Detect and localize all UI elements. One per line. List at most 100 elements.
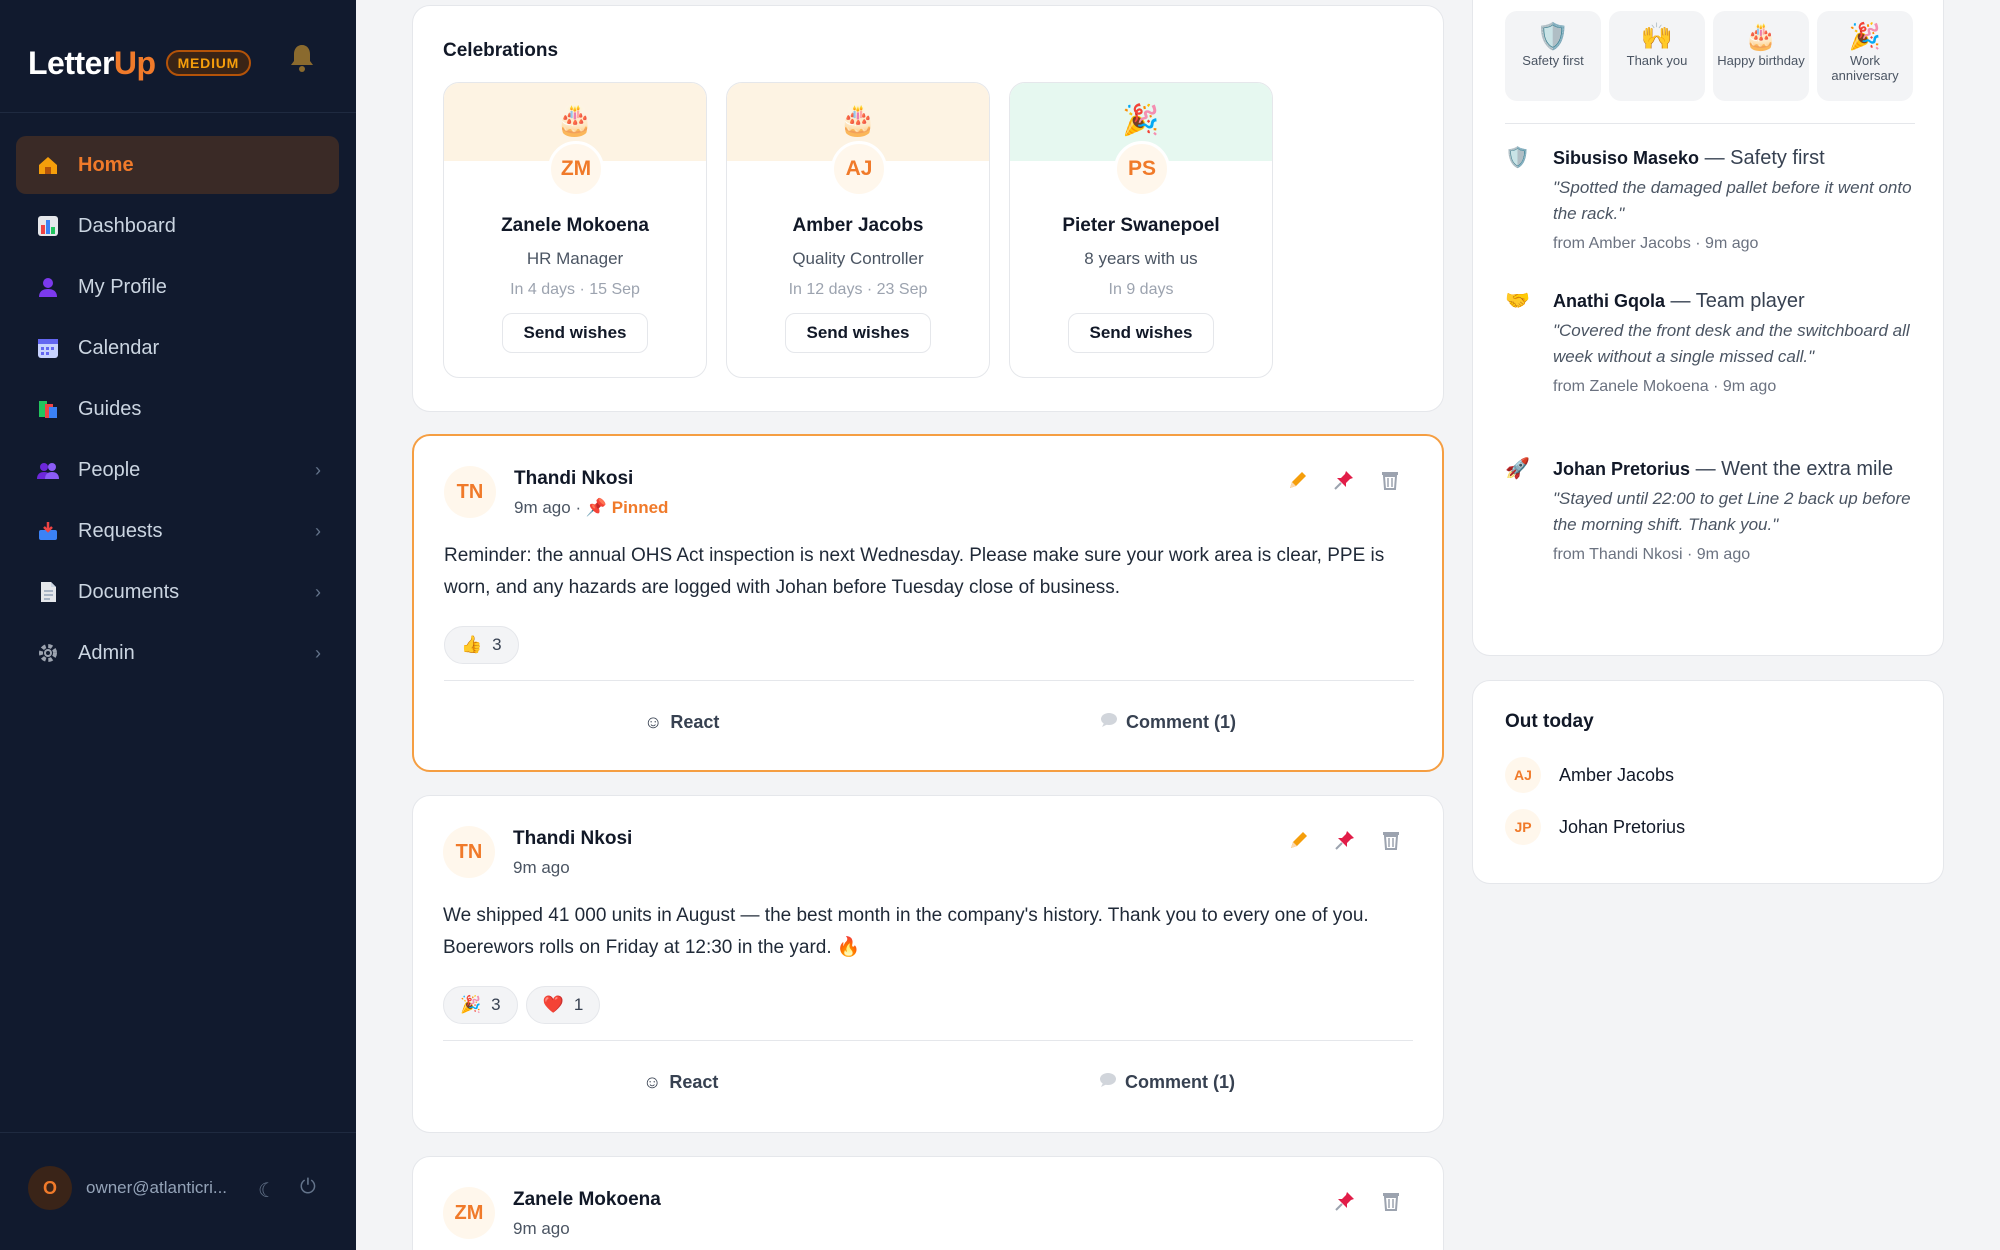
rocket-icon: 🚀	[1505, 458, 1530, 480]
birthday-cake-icon: 🎂	[839, 104, 877, 137]
pushpin-icon: 📌	[585, 498, 608, 517]
celebration-name: Zanele Mokoena	[501, 215, 649, 236]
reaction-chip[interactable]: 🎉 3	[443, 986, 518, 1024]
kudo-type-label: Safety first	[1522, 53, 1584, 68]
celebration-name: Amber Jacobs	[792, 215, 924, 236]
post-time: 9m ago	[513, 1219, 570, 1238]
sidebar-item-label: My Profile	[78, 275, 167, 298]
party-popper-icon: 🎉	[460, 995, 482, 1014]
out-today-person[interactable]: JP Johan Pretorius	[1505, 809, 1685, 845]
kudo-type-thank-you[interactable]: 🙌 Thank you	[1609, 11, 1705, 101]
sidebar-item-label: Calendar	[78, 336, 160, 359]
inbox-tray-icon	[36, 519, 60, 543]
kudo-heading: Anathi Gqola — Team player	[1553, 286, 1925, 316]
card-title: Out today	[1505, 711, 1594, 732]
sidebar-item-admin[interactable]: Admin ›	[16, 624, 339, 682]
avatar: AJ	[1505, 757, 1541, 793]
kudo-message: "Stayed until 22:00 to get Line 2 back u…	[1553, 489, 1911, 534]
celebration-role: 8 years with us	[1084, 249, 1198, 268]
celebration-role: Quality Controller	[792, 249, 924, 268]
sidebar: LetterUp MEDIUM Home Dashboard My Profil…	[0, 0, 356, 1250]
party-popper-icon: 🎉	[1848, 21, 1882, 51]
avatar: ZM	[443, 1187, 495, 1239]
comment-button[interactable]: Comment (1)	[1100, 712, 1236, 733]
react-button[interactable]: ☺ React	[643, 1072, 718, 1093]
reaction-chip[interactable]: 👍 3	[444, 626, 519, 664]
pushpin-icon[interactable]	[1333, 1189, 1357, 1213]
post-body: Reminder: the annual OHS Act inspection …	[444, 545, 1385, 598]
kudos-divider	[1505, 123, 1915, 124]
react-button[interactable]: ☺ React	[644, 712, 719, 733]
kudos-card: 🛡️ Safety first 🙌 Thank you 🎂 Happy birt…	[1472, 0, 1944, 656]
kudo-type-safety-first[interactable]: 🛡️ Safety first	[1505, 11, 1601, 101]
user-account[interactable]: O owner@atlanticri... ☾ ⏻	[28, 1166, 328, 1210]
birthday-cake-icon: 🎂	[1744, 21, 1778, 51]
shield-icon: 🛡️	[1505, 147, 1530, 169]
pushpin-icon[interactable]	[1332, 468, 1356, 492]
sidebar-item-label: Dashboard	[78, 214, 176, 237]
kudo-type: — Team player	[1665, 290, 1805, 312]
react-label: React	[670, 712, 720, 732]
person-name: Johan Pretorius	[1559, 816, 1686, 837]
sidebar-item-label: Documents	[78, 580, 180, 603]
kudo-type-label: Work anniversary	[1831, 53, 1899, 83]
post-meta: 9m ago · 📌 Pinned	[514, 498, 668, 518]
send-wishes-button[interactable]: Send wishes	[1068, 313, 1214, 353]
power-icon[interactable]: ⏻	[300, 1176, 316, 1199]
bell-icon[interactable]	[288, 42, 316, 74]
sidebar-item-my-profile[interactable]: My Profile	[16, 258, 339, 316]
kudo-item: 🛡️ Sibusiso Maseko — Safety first "Spott…	[1505, 143, 1925, 253]
sidebar-item-home[interactable]: Home	[16, 136, 339, 194]
post-meta: 9m ago	[513, 1219, 570, 1239]
post-author: Thandi Nkosi	[514, 468, 634, 489]
sidebar-item-requests[interactable]: Requests ›	[16, 502, 339, 560]
user-email: owner@atlanticri...	[86, 1178, 228, 1197]
sidebar-item-people[interactable]: People ›	[16, 441, 339, 499]
post-actions	[1287, 828, 1403, 852]
react-label: React	[669, 1072, 719, 1092]
sidebar-item-label: Admin	[78, 641, 135, 664]
celebration-card: 🎂 AJ Amber Jacobs Quality Controller In …	[726, 82, 990, 378]
brand[interactable]: LetterUp MEDIUM	[28, 40, 252, 86]
send-wishes-button[interactable]: Send wishes	[785, 313, 931, 353]
books-icon	[36, 397, 60, 421]
reaction-list: 🎉 3 ❤️ 1	[443, 986, 601, 1024]
pencil-icon[interactable]	[1286, 468, 1310, 492]
feed-post: TN Thandi Nkosi 9m ago · 📌 Pinned Remind…	[412, 434, 1444, 772]
pushpin-icon[interactable]	[1333, 828, 1357, 852]
celebrations-card: Celebrations 🎂 ZM Zanele Mokoena HR Mana…	[412, 5, 1444, 412]
reaction-count: 1	[573, 995, 584, 1014]
trash-icon[interactable]	[1378, 468, 1402, 492]
thumbs-up-icon: 👍	[461, 635, 483, 654]
reaction-chip[interactable]: ❤️ 1	[525, 986, 601, 1024]
raised-hands-icon: 🙌	[1640, 21, 1674, 51]
sidebar-item-documents[interactable]: Documents ›	[16, 563, 339, 621]
comment-button[interactable]: Comment (1)	[1099, 1072, 1235, 1093]
post-divider	[443, 1040, 1413, 1041]
sidebar-item-dashboard[interactable]: Dashboard	[16, 197, 339, 255]
people-icon	[36, 458, 60, 482]
sidebar-item-guides[interactable]: Guides	[16, 380, 339, 438]
smile-icon: ☺	[644, 712, 663, 732]
kudo-type-work-anniversary[interactable]: 🎉 Work anniversary	[1817, 11, 1913, 101]
out-today-person[interactable]: AJ Amber Jacobs	[1505, 757, 1674, 793]
post-body: We shipped 41 000 units in August — the …	[443, 905, 1369, 958]
kudo-type-happy-birthday[interactable]: 🎂 Happy birthday	[1713, 11, 1809, 101]
kudo-message: "Spotted the damaged pallet before it we…	[1553, 178, 1912, 223]
trash-icon[interactable]	[1379, 1189, 1403, 1213]
avatar: TN	[443, 826, 495, 878]
send-wishes-button[interactable]: Send wishes	[502, 313, 648, 353]
sidebar-item-calendar[interactable]: Calendar	[16, 319, 339, 377]
post-divider	[444, 680, 1414, 681]
pinned-label: Pinned	[611, 498, 669, 517]
avatar[interactable]: O	[28, 1166, 72, 1210]
speech-bubble-icon	[1100, 712, 1118, 733]
kudo-recipient: Johan Pretorius	[1553, 459, 1691, 479]
trash-icon[interactable]	[1379, 828, 1403, 852]
speech-bubble-icon	[1099, 1072, 1117, 1093]
plan-badge: MEDIUM	[165, 50, 252, 76]
pencil-icon[interactable]	[1287, 828, 1311, 852]
sidebar-divider	[0, 112, 356, 113]
moon-icon[interactable]: ☾	[258, 1178, 276, 1203]
post-time: 9m ago	[513, 858, 570, 877]
